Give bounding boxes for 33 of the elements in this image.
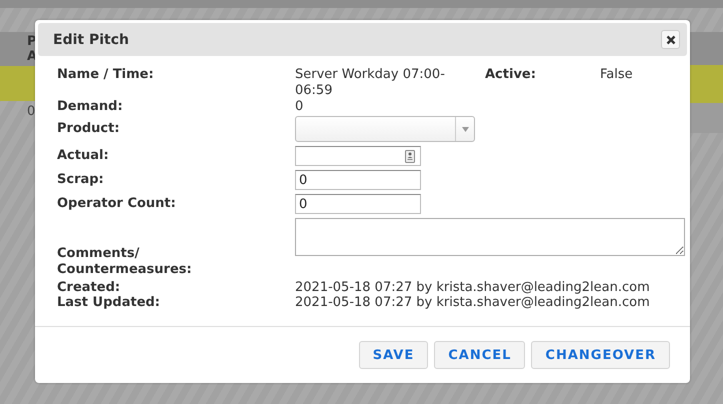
field-label: Actual: bbox=[57, 148, 110, 164]
contact-card-icon bbox=[405, 150, 415, 163]
field-value: False bbox=[600, 67, 633, 84]
field-label: Operator Count: bbox=[57, 196, 177, 212]
field-label: Comments/ Countermeasures: bbox=[57, 246, 193, 279]
highlighted-row bbox=[690, 65, 723, 103]
close-button[interactable] bbox=[661, 30, 680, 49]
product-dropdown[interactable] bbox=[295, 116, 475, 142]
field-label: Product: bbox=[57, 121, 121, 137]
field-value: 2021-05-18 07:27 by krista.shaver@leading2lean.com bbox=[295, 280, 650, 295]
cancel-button[interactable]: CANCEL bbox=[434, 341, 526, 369]
close-icon bbox=[666, 34, 676, 44]
table-cell-text: 0 bbox=[26, 103, 36, 121]
save-button[interactable]: SAVE bbox=[358, 341, 428, 369]
field-label: Active: bbox=[485, 67, 537, 84]
field-label: Name / Time: bbox=[57, 67, 155, 84]
field-value: Server Workday 07:00-06:59 bbox=[295, 67, 446, 100]
field-label: Created: bbox=[57, 280, 122, 295]
input-field[interactable]: 0 bbox=[295, 170, 421, 190]
table-header bbox=[690, 32, 723, 65]
field-label: Demand: bbox=[57, 100, 124, 114]
dropdown-arrow-icon bbox=[462, 126, 468, 132]
comments-field[interactable] bbox=[295, 218, 685, 256]
table-row bbox=[690, 103, 723, 133]
input-field[interactable]: 0 bbox=[295, 194, 421, 214]
field-value: 0 bbox=[295, 100, 304, 114]
input-field[interactable] bbox=[295, 146, 421, 166]
highlighted-row bbox=[0, 66, 36, 101]
field-label: Scrap: bbox=[57, 172, 105, 188]
field-value: 2021-05-18 07:27 by krista.shaver@leading2lean.com bbox=[295, 295, 650, 310]
changeover-button[interactable]: CHANGEOVER bbox=[531, 341, 670, 369]
field-label: Last Updated: bbox=[57, 295, 162, 310]
dialog-title: Edit Pitch bbox=[53, 32, 129, 48]
